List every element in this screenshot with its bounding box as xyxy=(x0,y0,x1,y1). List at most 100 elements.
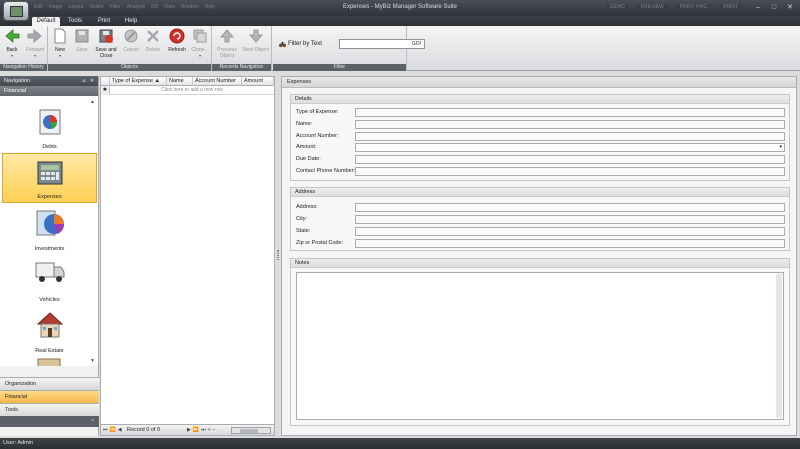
forward-button[interactable]: Forward ▾ xyxy=(24,28,46,58)
column-header-name[interactable]: Name xyxy=(167,77,193,86)
nav-group-organization[interactable]: Organization xyxy=(0,377,99,390)
type-of-expense-field[interactable] xyxy=(355,108,785,117)
field-label: City: xyxy=(296,216,307,222)
delete-record-button[interactable]: − xyxy=(213,427,216,433)
detail-title: Expenses xyxy=(282,77,796,88)
horizontal-scrollbar[interactable] xyxy=(231,427,271,434)
title-bar: Edit Image Layout Select Filter Analysis… xyxy=(0,0,800,16)
group-label: Objects xyxy=(48,64,211,71)
pin-icon[interactable]: ⊿ xyxy=(82,76,86,86)
application-menu-button[interactable] xyxy=(3,1,29,21)
title-right-item[interactable]: DEMO xyxy=(605,4,629,10)
column-header-account-number[interactable]: Account Number xyxy=(193,77,242,86)
records-grid: Type of Expense ▲ Name Account Number Am… xyxy=(100,76,275,436)
add-record-button[interactable]: + xyxy=(208,427,211,433)
nav-item-expenses[interactable]: Expenses xyxy=(2,153,97,203)
next-record-button[interactable]: ▶ xyxy=(187,427,191,433)
notes-textarea[interactable] xyxy=(296,272,784,420)
clone-icon xyxy=(193,29,207,43)
nav-item-debts[interactable]: Debts xyxy=(2,102,97,152)
amount-field[interactable]: ▾ xyxy=(355,143,785,152)
down-arrow-icon xyxy=(248,29,264,43)
go-button[interactable]: GO! xyxy=(412,41,421,47)
save-label: Save xyxy=(76,47,88,53)
tab-default[interactable]: Default xyxy=(32,17,60,26)
field-label: Zip or Postal Code: xyxy=(296,240,344,246)
field-label: Account Number: xyxy=(296,133,339,139)
chevron-down-icon[interactable]: ▾ xyxy=(779,144,782,151)
scroll-thumb[interactable] xyxy=(240,429,258,433)
nav-item-vehicles[interactable]: Vehicles xyxy=(2,255,97,305)
refresh-icon xyxy=(169,28,185,44)
title-right-item[interactable]: PREVIEW xyxy=(636,4,668,10)
save-and-close-button[interactable]: Save and Close xyxy=(94,28,118,59)
tab-tools[interactable]: Tools xyxy=(63,17,87,26)
scroll-down-icon[interactable]: ▼ xyxy=(90,358,95,364)
name-field[interactable] xyxy=(355,120,785,129)
due-date-field[interactable] xyxy=(355,155,785,164)
account-number-field[interactable] xyxy=(355,132,785,141)
column-header-type-of-expense[interactable]: Type of Expense ▲ xyxy=(110,77,167,86)
clone-button[interactable]: Clone... ▾ xyxy=(190,28,210,58)
last-record-button[interactable]: ⏭ xyxy=(201,427,206,433)
prev-record-button[interactable]: ◀ xyxy=(118,427,122,433)
first-record-button[interactable]: ⏮ xyxy=(103,427,108,433)
window-controls: – □ ✕ xyxy=(752,3,796,12)
minimize-button[interactable]: – xyxy=(752,3,764,12)
next-page-button[interactable]: ⏩ xyxy=(193,427,199,433)
grid-navigator: ⏮ ⏪ ◀ Record 0 of 0 ▶ ⏩ ⏭ + − xyxy=(101,424,274,435)
nav-group-financial[interactable]: Financial xyxy=(0,390,99,403)
city-field[interactable] xyxy=(355,215,785,224)
refresh-label: Refresh xyxy=(168,47,186,53)
next-object-button[interactable]: Next Object xyxy=(242,28,270,53)
save-button[interactable]: Save xyxy=(74,28,90,53)
calculator-icon xyxy=(37,161,63,185)
grid-header: Type of Expense ▲ Name Account Number Am… xyxy=(101,77,274,86)
box-icon xyxy=(37,358,61,366)
notes-section: Notes xyxy=(290,258,790,426)
next-object-label: Next Object xyxy=(242,47,270,53)
maximize-button[interactable]: □ xyxy=(768,3,780,12)
new-row[interactable]: ✱ Click here to add a new row xyxy=(101,86,274,95)
title-right-item[interactable]: PRINT xyxy=(719,4,742,10)
close-window-button[interactable]: ✕ xyxy=(784,3,796,12)
state-field[interactable] xyxy=(355,227,785,236)
zip-code-field[interactable] xyxy=(355,239,785,248)
nav-item-label: Expenses xyxy=(37,194,62,200)
previous-object-button[interactable]: Previous Object xyxy=(214,28,240,59)
filter-text-input[interactable]: GO! xyxy=(339,39,425,49)
nav-item-real-estate[interactable]: Real Estate xyxy=(2,306,97,356)
field-label: State: xyxy=(296,228,311,234)
field-label: Due Date: xyxy=(296,156,321,162)
notes-scrollbar[interactable] xyxy=(776,274,782,418)
title-right-item[interactable]: PRINT PRG xyxy=(675,4,711,10)
cancel-button[interactable]: Cancel xyxy=(122,28,140,53)
details-section: Details Type of Expense: Name: Account N… xyxy=(290,94,790,181)
splitter-handle[interactable] xyxy=(277,250,279,260)
address-field[interactable] xyxy=(355,203,785,212)
status-bar: User: Admin xyxy=(0,438,800,449)
back-button[interactable]: Back ▾ xyxy=(3,28,21,58)
close-icon[interactable]: ✕ xyxy=(90,76,94,86)
new-button[interactable]: New ▾ xyxy=(52,28,68,58)
nav-item-investments[interactable]: Investments xyxy=(2,204,97,254)
delete-button[interactable]: Delete xyxy=(144,28,162,53)
group-label: Filter xyxy=(273,64,406,71)
objects-group: New ▾ Save Save and Close Cancel Delete … xyxy=(48,26,212,71)
contact-phone-field[interactable] xyxy=(355,167,785,176)
tab-print[interactable]: Print xyxy=(93,17,115,26)
nav-item-label: Real Estate xyxy=(35,348,64,354)
navigation-items: ▲ Debts Expenses Investments Vehicles Re… xyxy=(0,96,98,366)
chevron-down-icon: ▾ xyxy=(10,53,13,58)
new-row-text: Click here to add a new row xyxy=(161,87,223,93)
prev-page-button[interactable]: ⏪ xyxy=(110,427,116,433)
tab-help[interactable]: Help xyxy=(121,17,141,26)
nav-group-tools[interactable]: Tools xyxy=(0,403,99,416)
navigation-groups: Organization Financial Tools ⌄ xyxy=(0,377,99,427)
group-label: Records Navigation xyxy=(212,64,271,71)
column-header-amount[interactable]: Amount xyxy=(242,77,274,86)
navigation-panel: Navigation ⊿ ✕ Financial ▲ Debts Expense… xyxy=(0,76,99,436)
nav-item-label: Debts xyxy=(42,144,57,150)
refresh-button[interactable]: Refresh xyxy=(166,28,188,53)
collapse-navigation-button[interactable]: ⌄ xyxy=(0,416,99,427)
